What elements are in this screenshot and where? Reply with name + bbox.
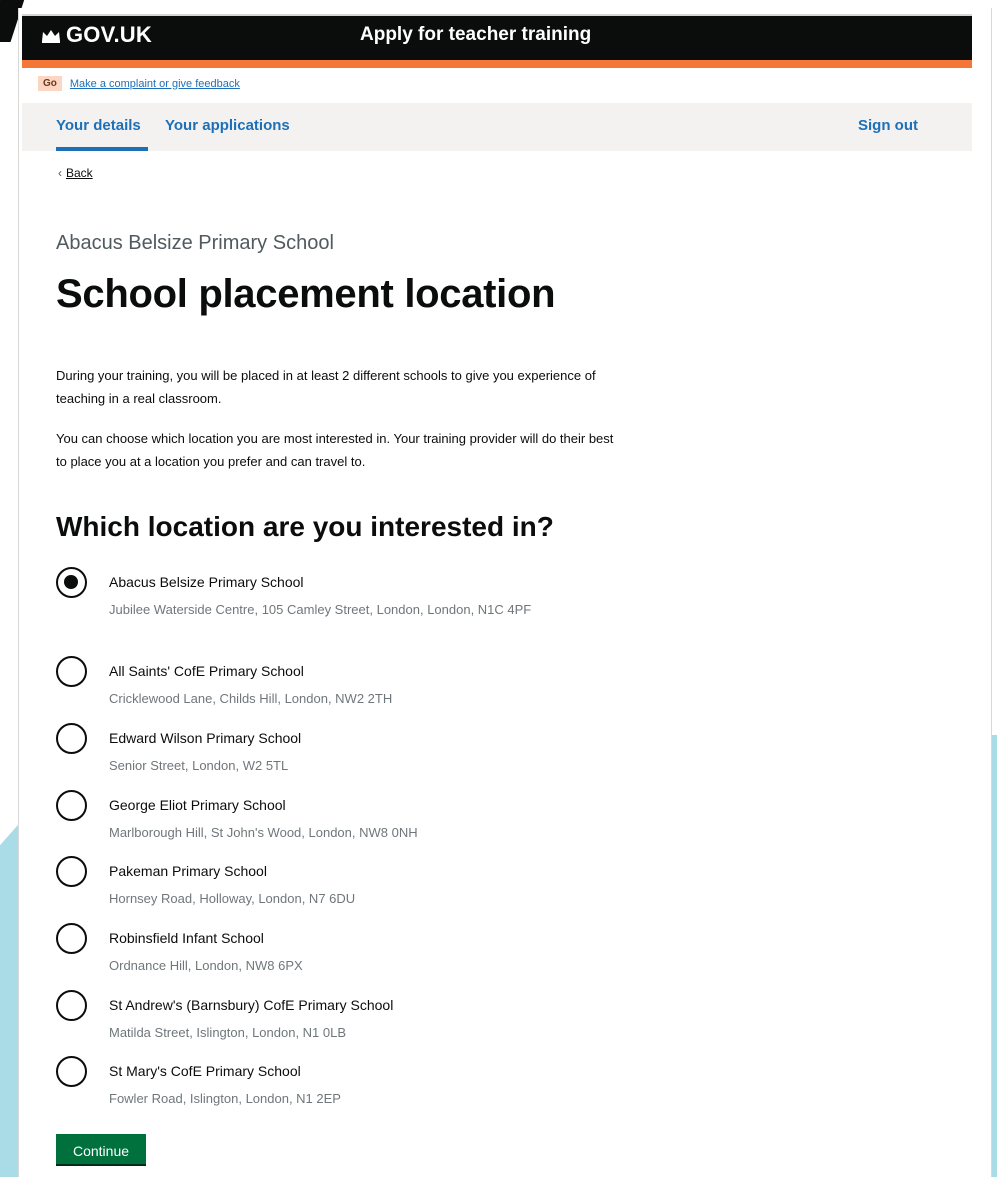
page-title: School placement location [56, 272, 556, 316]
location-address: Ordnance Hill, London, NW8 6PX [109, 958, 303, 973]
sign-out-link[interactable]: Sign out [858, 117, 918, 134]
screenshot-frame: GOV.UK Apply for teacher training Go Mak… [0, 0, 997, 1177]
radio-button[interactable] [56, 656, 87, 687]
radio-button[interactable] [56, 1056, 87, 1087]
question-heading: Which location are you interested in? [56, 511, 554, 542]
location-address: Senior Street, London, W2 5TL [109, 758, 289, 773]
phase-tag: Go [38, 76, 62, 91]
location-name: Edward Wilson Primary School [109, 730, 302, 746]
nav-current-indicator [56, 147, 148, 151]
location-address: Fowler Road, Islington, London, N1 2EP [109, 1091, 341, 1106]
back-link[interactable]: Back [66, 166, 93, 180]
location-address: Cricklewood Lane, Childs Hill, London, N… [109, 691, 393, 706]
location-name: All Saints' CofE Primary School [109, 663, 304, 679]
location-address: Jubilee Waterside Centre, 105 Camley Str… [109, 602, 532, 617]
radio-selected-dot [64, 575, 78, 589]
service-name-link[interactable]: Apply for teacher training [360, 24, 591, 46]
nav-item-your-details[interactable]: Your details [56, 117, 141, 134]
radio-button[interactable] [56, 923, 87, 954]
location-address: Hornsey Road, Holloway, London, N7 6DU [109, 891, 356, 906]
location-name: Pakeman Primary School [109, 863, 267, 879]
primary-navigation: Your details Your applications Sign out [22, 103, 972, 151]
nav-item-your-applications[interactable]: Your applications [165, 117, 290, 134]
intro-paragraph: During your training, you will be placed… [56, 368, 596, 406]
crown-icon [42, 30, 60, 43]
location-address: Matilda Street, Islington, London, N1 0L… [109, 1025, 347, 1040]
logo-text: GOV.UK [66, 22, 152, 47]
location-name: Robinsfield Infant School [109, 930, 264, 946]
radio-button[interactable] [56, 567, 87, 598]
chevron-left-icon: ‹ [58, 166, 62, 180]
choice-paragraph: You can choose which location you are mo… [56, 431, 614, 469]
location-name: George Eliot Primary School [109, 797, 286, 813]
radio-button[interactable] [56, 990, 87, 1021]
phase-banner: Go Make a complaint or give feedback [38, 76, 240, 91]
radio-button[interactable] [56, 856, 87, 887]
radio-button[interactable] [56, 790, 87, 821]
page-caption: Abacus Belsize Primary School [56, 232, 334, 254]
radio-button[interactable] [56, 723, 87, 754]
feedback-link[interactable]: Make a complaint or give feedback [70, 78, 240, 90]
govuk-header: GOV.UK Apply for teacher training [22, 14, 972, 68]
continue-button[interactable]: Continue [56, 1134, 146, 1164]
location-name: St Mary's CofE Primary School [109, 1063, 301, 1079]
location-address: Marlborough Hill, St John's Wood, London… [109, 825, 418, 840]
location-name: Abacus Belsize Primary School [109, 574, 304, 590]
location-name: St Andrew's (Barnsbury) CofE Primary Sch… [109, 997, 394, 1013]
govuk-logo-link[interactable]: GOV.UK [40, 22, 152, 48]
back-link-container: ‹ Back [58, 166, 93, 180]
